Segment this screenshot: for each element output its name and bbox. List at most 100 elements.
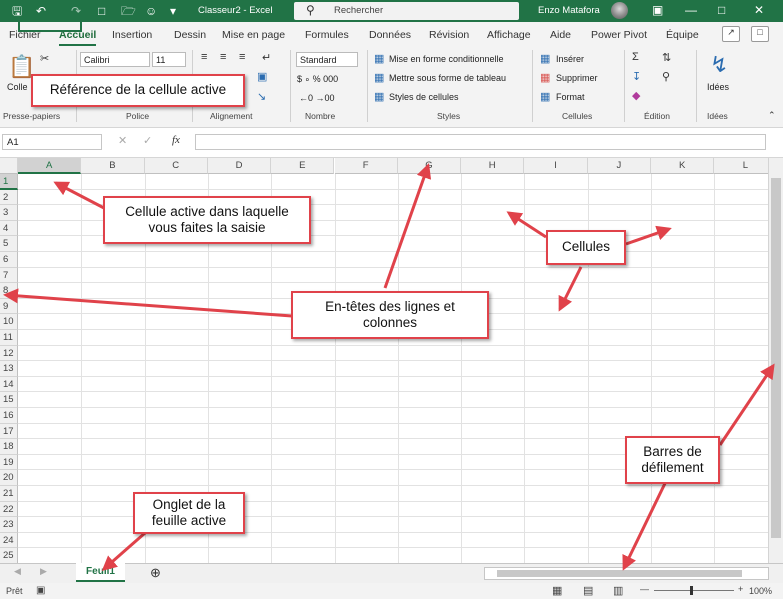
number-format-select[interactable]: Standard [296,52,358,67]
row-header[interactable]: 15 [0,392,18,408]
macro-record-icon[interactable]: ▣ [36,585,45,596]
tab-dessin[interactable]: Dessin [174,29,206,41]
font-name-select[interactable]: Calibri [80,52,150,67]
row-header[interactable]: 1 [0,174,18,190]
prev-sheet-icon[interactable]: ◀ [14,566,21,577]
column-header[interactable]: C [144,158,208,174]
column-header[interactable]: B [81,158,145,174]
format-cells-button[interactable]: Format [556,92,585,102]
column-header[interactable]: K [651,158,715,174]
minimize-icon[interactable]: — [685,3,697,17]
row-header[interactable]: 14 [0,376,18,393]
column-header[interactable]: E [271,158,335,174]
clear-icon[interactable]: ◆ [632,89,640,102]
select-all-corner[interactable] [0,158,18,174]
row-header[interactable]: 18 [0,439,18,455]
active-cell[interactable] [18,16,82,32]
formula-input[interactable] [195,134,766,150]
delete-cells-button[interactable]: Supprimer [556,73,598,83]
column-header[interactable]: I [524,158,588,174]
column-header[interactable]: D [207,158,272,174]
paste-label[interactable]: Colle [7,82,28,92]
tab-insertion[interactable]: Insertion [112,29,152,41]
row-header[interactable]: 23 [0,517,18,533]
confirm-entry-icon[interactable]: ✓ [143,134,152,147]
new-file-icon[interactable]: □ [98,3,105,19]
row-header[interactable]: 2 [0,189,18,206]
cut-icon[interactable]: ✂ [40,52,49,65]
number-format-icons[interactable]: $ ∘ % 000 [297,74,338,85]
cancel-entry-icon[interactable]: ✕ [118,134,127,147]
row-header[interactable]: 25 [0,548,18,563]
zoom-in-icon[interactable]: + [738,584,743,594]
row-header[interactable]: 16 [0,408,18,424]
decimal-icons[interactable]: ←0 →00 [299,93,335,103]
tab-power-pivot[interactable]: Power Pivot [591,29,647,41]
insert-cells-button[interactable]: Insérer [556,54,584,64]
wrap-text-icon[interactable]: ↵ [262,51,271,64]
comments-icon[interactable]: □ [751,26,769,42]
page-break-view-icon[interactable]: ▥ [613,584,623,597]
column-header[interactable]: J [587,158,651,174]
tab-equipe[interactable]: Équipe [666,29,699,41]
align-top-icon[interactable]: ≡ [201,51,207,63]
tab-mise-en-page[interactable]: Mise en page [222,29,285,41]
row-header[interactable]: 5 [0,236,18,252]
column-header[interactable]: A [18,158,82,174]
column-header[interactable]: G [397,158,462,174]
row-header[interactable]: 19 [0,454,18,471]
add-sheet-icon[interactable]: ⊕ [150,565,161,581]
zoom-out-icon[interactable]: — [640,584,649,594]
vertical-scroll-thumb[interactable] [771,178,781,538]
tab-formules[interactable]: Formules [305,29,349,41]
row-header[interactable]: 20 [0,470,18,486]
ideas-icon[interactable]: ↯ [710,52,728,78]
row-header[interactable]: 11 [0,330,18,346]
normal-view-icon[interactable]: ▦ [552,584,562,597]
user-name[interactable]: Enzo Matafora [538,5,600,16]
conditional-format-button[interactable]: Mise en forme conditionnelle [389,54,504,64]
zoom-slider[interactable] [654,590,734,591]
tab-aide[interactable]: Aide [550,29,571,41]
tab-donnees[interactable]: Données [369,29,411,41]
find-icon[interactable]: ⚲ [662,70,670,83]
search-box[interactable]: ⚲ Rechercher [294,2,519,20]
avatar[interactable] [611,2,628,19]
customize-menu-icon[interactable]: ▾ [170,3,176,19]
sort-filter-icon[interactable]: ⇅ [662,51,671,64]
row-header[interactable]: 7 [0,267,18,284]
orientation-icon[interactable]: ↘ [257,90,266,103]
align-bottom-icon[interactable]: ≡ [239,51,245,63]
sheet-tab-active[interactable]: Feuil1 [76,563,125,582]
smiley-icon[interactable]: ☺ [145,3,157,19]
row-header[interactable]: 13 [0,361,18,377]
next-sheet-icon[interactable]: ▶ [40,566,47,577]
fill-icon[interactable]: ↧ [632,70,641,83]
tab-revision[interactable]: Révision [429,29,469,41]
row-header[interactable]: 6 [0,252,18,268]
collapse-ribbon-icon[interactable]: ⌃ [768,110,776,121]
vertical-scrollbar[interactable] [768,158,783,563]
insert-function-button[interactable]: fx [172,134,180,146]
row-header[interactable]: 9 [0,298,18,315]
merge-center-icon[interactable]: ▣ [257,70,267,83]
font-size-select[interactable]: 11 [152,52,186,67]
tab-affichage[interactable]: Affichage [487,29,531,41]
column-header[interactable]: H [461,158,525,174]
row-header[interactable]: 8 [0,283,18,299]
row-header[interactable]: 22 [0,501,18,518]
cell-styles-button[interactable]: Styles de cellules [389,92,459,102]
row-header[interactable]: 21 [0,486,18,502]
row-header[interactable]: 12 [0,345,18,362]
row-header[interactable]: 24 [0,532,18,549]
open-folder-icon[interactable]: 🗁 [121,3,136,19]
zoom-level[interactable]: 100% [749,586,772,596]
autosum-icon[interactable]: Σ [632,51,639,63]
close-icon[interactable]: ✕ [754,3,764,17]
horizontal-scrollbar[interactable] [484,567,769,580]
ribbon-display-icon[interactable]: ▣ [652,3,663,17]
maximize-icon[interactable]: □ [718,3,725,17]
zoom-slider-thumb[interactable] [690,586,693,595]
page-layout-view-icon[interactable]: ▤ [583,584,593,597]
horizontal-scroll-thumb[interactable] [497,570,742,577]
